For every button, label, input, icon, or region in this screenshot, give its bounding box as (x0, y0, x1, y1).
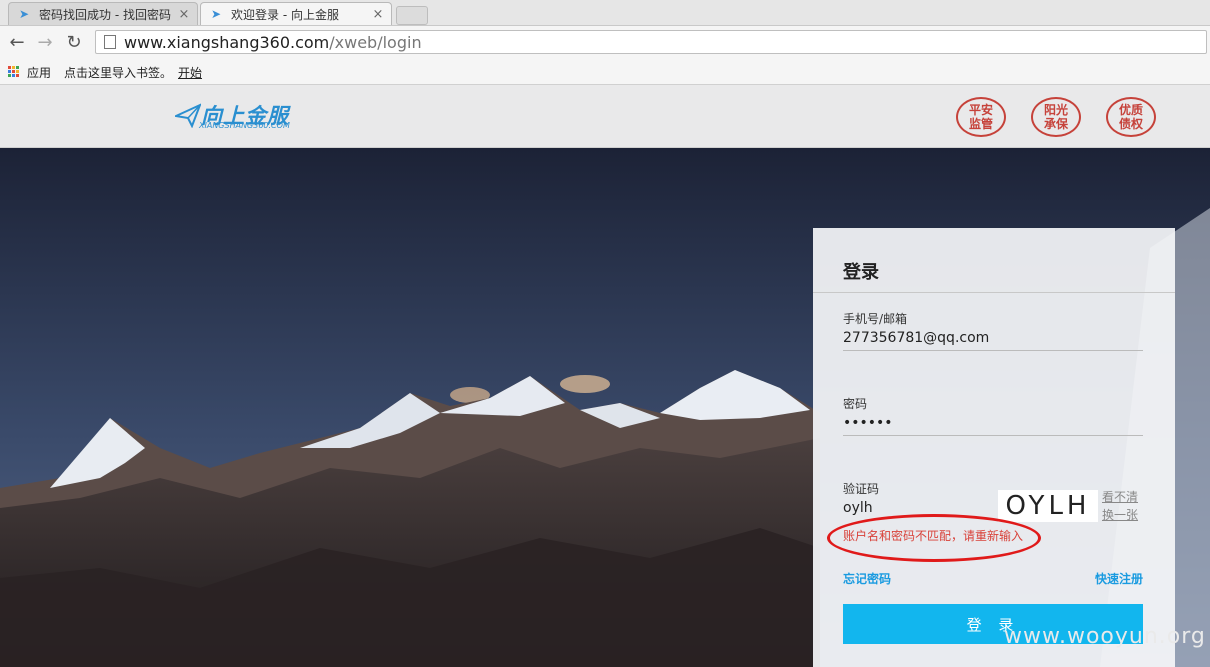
close-tab-icon[interactable]: × (177, 7, 191, 22)
annotation-highlight-circle (827, 514, 1041, 562)
tab-title: 密码找回成功 - 找回密码 (39, 7, 171, 22)
reload-icon[interactable]: ↻ (63, 32, 85, 54)
login-panel: 登录 手机号/邮箱 密码 验证码 OYLH 看不清换一张 账户名和密码不匹配，请… (813, 228, 1175, 667)
site-logo[interactable]: 向上金服 XIANGSHANG360.COM (175, 98, 290, 132)
badge-insurance: 阳光 承保 (1031, 97, 1081, 137)
url-text: www.xiangshang360.com/xweb/login (124, 32, 422, 52)
paper-plane-icon: ➤ (19, 7, 30, 21)
bookmark-start[interactable]: 开始 (178, 64, 202, 81)
tab-login[interactable]: ➤ 欢迎登录 - 向上金服 × (200, 2, 392, 25)
badge-regulation: 平安 监管 (956, 97, 1006, 137)
forgot-password-link[interactable]: 忘记密码 (843, 570, 891, 587)
back-arrow-icon[interactable]: ← (6, 32, 28, 54)
close-tab-icon[interactable]: × (371, 7, 385, 22)
forward-arrow-icon[interactable]: → (34, 32, 56, 54)
paper-plane-icon: ➤ (211, 7, 222, 21)
password-label: 密码 (843, 397, 868, 411)
refresh-captcha-link[interactable]: 看不清换一张 (1102, 488, 1142, 524)
logo-domain: XIANGSHANG360.COM (199, 121, 290, 130)
tab-password-recovered[interactable]: ➤ 密码找回成功 - 找回密码 × (8, 2, 198, 25)
page-icon (104, 35, 116, 49)
new-tab-button[interactable] (396, 6, 428, 25)
browser-tab-bar: ➤ 密码找回成功 - 找回密码 × ➤ 欢迎登录 - 向上金服 × (0, 0, 1210, 26)
apps-grid-icon[interactable] (8, 66, 20, 78)
bookmark-import[interactable]: 点击这里导入书签。 (64, 64, 172, 81)
bookmarks-bar: 应用 点击这里导入书签。 开始 (0, 60, 1210, 85)
heading-divider (813, 292, 1175, 293)
paper-plane-logo-icon (175, 103, 201, 128)
bookmark-apps[interactable]: 应用 (27, 64, 51, 81)
captcha-image[interactable]: OYLH (998, 490, 1098, 522)
watermark: www.wooyun.org (1004, 624, 1206, 649)
password-input[interactable] (843, 411, 1143, 436)
address-bar[interactable]: www.xiangshang360.com/xweb/login (95, 30, 1207, 54)
captcha-label: 验证码 (843, 482, 880, 496)
login-heading: 登录 (843, 262, 879, 283)
account-input[interactable] (843, 326, 1143, 351)
quick-register-link[interactable]: 快速注册 (1095, 570, 1143, 587)
badge-quality-debt: 优质 债权 (1106, 97, 1156, 137)
account-label: 手机号/邮箱 (843, 312, 908, 326)
tab-title: 欢迎登录 - 向上金服 (231, 7, 339, 22)
